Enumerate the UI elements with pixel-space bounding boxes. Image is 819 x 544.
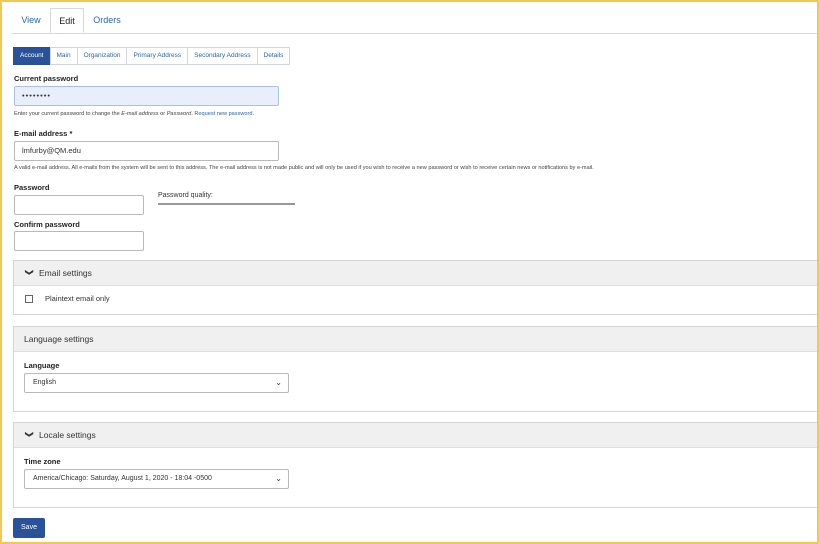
- language-select-value: English: [33, 379, 56, 386]
- password-quality-bar: [158, 203, 295, 205]
- tab-secondary-address[interactable]: Secondary Address: [187, 47, 258, 65]
- password-quality-label: Password quality:: [158, 192, 213, 199]
- current-password-label: Current password: [14, 74, 79, 83]
- email-label: E-mail address *: [14, 129, 73, 138]
- chevron-down-icon: ⌄: [275, 474, 282, 483]
- locale-settings-header[interactable]: ❯ Locale settings: [14, 423, 817, 448]
- email-settings-header[interactable]: ❯ Email settings: [14, 261, 817, 286]
- timezone-label: Time zone: [24, 457, 61, 466]
- timezone-select[interactable]: America/Chicago: Saturday, August 1, 202…: [24, 469, 289, 489]
- language-label: Language: [24, 361, 60, 370]
- request-new-password-link[interactable]: Request new password: [194, 111, 252, 117]
- language-settings-title: Language settings: [24, 334, 94, 344]
- email-field[interactable]: lmfurby@QM.edu: [14, 141, 279, 161]
- tab-details[interactable]: Details: [256, 47, 291, 65]
- tab-main[interactable]: Main: [49, 47, 78, 65]
- primary-tabs: View Edit Orders: [12, 8, 817, 34]
- email-settings-panel: ❯ Email settings Plaintext email only: [13, 260, 817, 315]
- locale-settings-panel: ❯ Locale settings Time zone America/Chica…: [13, 422, 817, 508]
- password-field[interactable]: [14, 195, 144, 215]
- locale-settings-title: Locale settings: [39, 430, 96, 440]
- secondary-tabs: Account Main Organization Primary Addres…: [13, 47, 291, 65]
- email-settings-title: Email settings: [39, 268, 92, 278]
- language-settings-panel: Language settings Language English ⌄: [13, 326, 817, 412]
- plaintext-email-label: Plaintext email only: [45, 294, 110, 303]
- current-password-field[interactable]: ••••••••: [14, 86, 279, 106]
- language-settings-header: Language settings: [14, 327, 817, 352]
- language-select[interactable]: English ⌄: [24, 373, 289, 393]
- tab-organization[interactable]: Organization: [76, 47, 128, 65]
- tab-edit[interactable]: Edit: [50, 8, 84, 33]
- confirm-password-field[interactable]: [14, 231, 144, 251]
- chevron-down-icon: ❯: [25, 431, 34, 438]
- current-password-help: Enter your current password to change th…: [14, 111, 255, 117]
- page-frame: View Edit Orders Account Main Organizati…: [0, 0, 819, 544]
- chevron-down-icon: ❯: [25, 269, 34, 276]
- timezone-select-value: America/Chicago: Saturday, August 1, 202…: [33, 475, 212, 482]
- confirm-password-label: Confirm password: [14, 220, 80, 229]
- chevron-down-icon: ⌄: [275, 378, 282, 387]
- plaintext-email-checkbox[interactable]: [25, 295, 33, 303]
- password-label: Password: [14, 183, 50, 192]
- tab-account[interactable]: Account: [13, 47, 51, 65]
- save-button[interactable]: Save: [13, 518, 45, 538]
- tab-view[interactable]: View: [12, 8, 50, 33]
- tab-primary-address[interactable]: Primary Address: [126, 47, 189, 65]
- tab-orders[interactable]: Orders: [84, 8, 130, 33]
- email-help: A valid e-mail address. All e-mails from…: [14, 165, 594, 171]
